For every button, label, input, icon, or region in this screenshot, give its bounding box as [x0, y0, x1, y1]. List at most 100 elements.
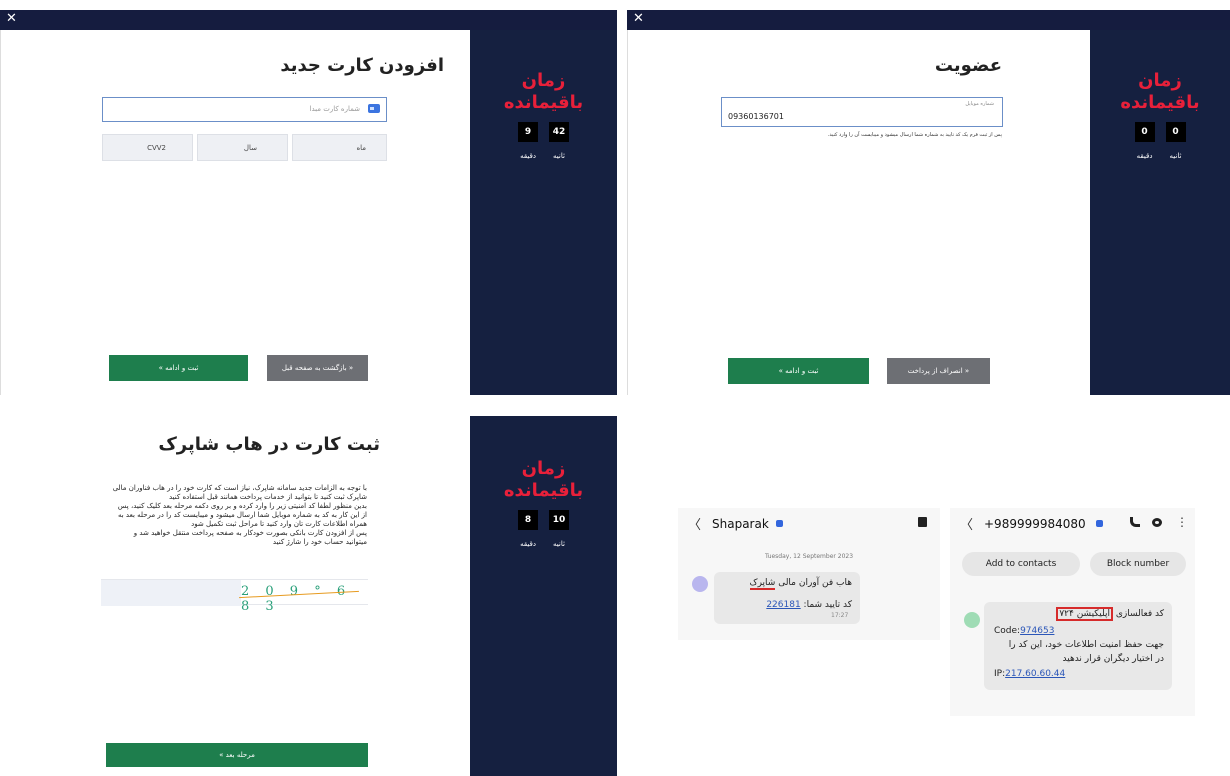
message-line1-underlined: شاپرک: [749, 578, 776, 590]
activation-code-link[interactable]: 974653: [1020, 626, 1054, 636]
back-icon[interactable]: 〈: [688, 514, 701, 533]
message-line1: کد فعالسازی اپلیکیشن ۷۲۴: [1056, 607, 1164, 621]
timer-title-line2: باقیمانده: [503, 480, 584, 501]
minutes-label: دقیقه: [520, 540, 536, 548]
sms-unknown-number: 〈 +989999984080 ⋮ Add to contacts Block …: [950, 508, 1195, 716]
minutes-label: دقیقه: [1136, 152, 1153, 160]
cvv2-field[interactable]: CVV2: [102, 134, 193, 161]
message-line4: در اختیار دیگران قرار ندهید: [1062, 654, 1164, 664]
month-field[interactable]: ماه: [292, 134, 387, 161]
sender-number: +989999984080: [984, 517, 1086, 531]
timer-title-line1: زمان: [521, 70, 566, 91]
timer-seconds: 42: [549, 122, 569, 142]
card-number-input[interactable]: شماره کارت مبدا: [102, 97, 387, 122]
captcha-text: 2 0 9 ° 6 8 3: [241, 584, 352, 614]
seconds-label: ثانیه: [553, 540, 565, 548]
timer-minutes: 0: [1134, 122, 1155, 142]
timer-minutes: 8: [518, 510, 538, 530]
phone-input[interactable]: شماره موبایل 09360136701: [721, 97, 1003, 127]
close-icon[interactable]: ✕: [633, 11, 644, 26]
message-line2: کد تایید شما: 226181: [766, 600, 852, 610]
instruction-line: میتوانید حساب خود را شارژ کنید: [272, 538, 367, 546]
add-card-window: ✕ افزودن کارت جدید شماره کارت مبدا ماه س…: [0, 10, 617, 395]
instructions-paragraph: با توجه به الزامات جدید سامانه شاپرک، نی…: [77, 484, 367, 547]
cvv2-label: CVV2: [147, 144, 166, 152]
seconds-label: ثانیه: [1169, 152, 1182, 160]
message-line1-boxed: اپلیکیشن ۷۲۴: [1056, 607, 1113, 621]
message-bubble: کد فعالسازی اپلیکیشن ۷۲۴ Code:974653 جهت…: [984, 602, 1172, 690]
ip-label: IP:: [994, 669, 1006, 679]
year-label: سال: [243, 144, 257, 152]
timer-title-line2: باقیمانده: [503, 92, 584, 113]
timer-boxes: 42 9: [470, 122, 617, 142]
page-title: افزودن کارت جدید: [280, 55, 444, 76]
title-bar: ✕: [627, 10, 1230, 30]
membership-content: عضویت شماره موبایل 09360136701 پس از ثبت…: [627, 30, 1090, 395]
timer-seconds: 0: [1165, 122, 1186, 142]
block-number-button[interactable]: Block number: [1090, 552, 1186, 576]
instruction-line: شاپرک ثبت کنید تا بتوانید از خدمات پرداخ…: [168, 493, 367, 501]
timer-labels: ثانیه دقیقه: [470, 540, 617, 548]
add-to-contacts-button[interactable]: Add to contacts: [962, 552, 1080, 576]
avatar: [692, 576, 708, 592]
verification-code-link[interactable]: 226181: [766, 600, 800, 610]
instruction-line: از این کار به کد به شماره موبایل شما ارس…: [117, 511, 367, 519]
timer-title-line2: باقیمانده: [1120, 92, 1200, 113]
seconds-label: ثانیه: [553, 152, 565, 160]
instruction-line: با توجه به الزامات جدید سامانه شاپرک، نی…: [112, 484, 367, 492]
back-button[interactable]: « بازگشت به صفحه قبل: [267, 355, 368, 381]
message-line1: هاب فن آوران مالی شاپرک: [749, 578, 852, 590]
sender-name: Shaparak: [712, 517, 769, 531]
phone-value: 09360136701: [728, 112, 784, 121]
message-ip-line: IP:217.60.60.44: [994, 669, 1065, 679]
ip-link[interactable]: 217.60.60.44: [1005, 669, 1065, 679]
code-label: Code:: [994, 626, 1021, 636]
timer-sidebar: زمان باقیمانده 42 9 ثانیه دقیقه: [470, 30, 617, 395]
verified-badge-icon: [1096, 520, 1103, 527]
submit-button[interactable]: ثبت و ادامه »: [109, 355, 248, 381]
minutes-label: دقیقه: [520, 152, 536, 160]
message-line1-prefix: هاب فن آوران مالی: [775, 578, 852, 588]
timer-minutes: 9: [518, 122, 538, 142]
card-number-placeholder: شماره کارت مبدا: [309, 105, 360, 113]
month-label: ماه: [356, 144, 366, 152]
sms-shaparak: 〈 Shaparak Tuesday, 12 September 2023 ها…: [678, 508, 940, 640]
submit-button[interactable]: ثبت و ادامه »: [728, 358, 869, 384]
timer-title: زمان باقیمانده: [470, 458, 617, 502]
timer-labels: ثانیه دقیقه: [1090, 152, 1230, 160]
more-options-icon[interactable]: ⋮: [1176, 515, 1188, 529]
message-line1-prefix: کد فعالسازی: [1112, 609, 1164, 619]
timer-labels: ثانیه دقیقه: [470, 152, 617, 160]
timer-title-line1: زمان: [1138, 70, 1182, 91]
cancel-button[interactable]: « انصراف از پرداخت: [887, 358, 990, 384]
add-card-content: افزودن کارت جدید شماره کارت مبدا ماه سال…: [0, 30, 470, 395]
captcha-image: 2 0 9 ° 6 8 3: [101, 579, 368, 614]
message-line3: جهت حفظ امنیت اطلاعات خود، این کد را: [1008, 640, 1164, 650]
timer-seconds: 10: [549, 510, 569, 530]
captcha-background: [101, 580, 241, 606]
delete-icon[interactable]: [918, 517, 927, 527]
page-title: عضویت: [934, 55, 1002, 76]
timer-title: زمان باقیمانده: [470, 70, 617, 114]
credit-card-icon: [368, 104, 380, 113]
avatar: [964, 612, 980, 628]
video-icon[interactable]: [1152, 518, 1162, 527]
page-title: ثبت کارت در هاب شاپرک: [158, 434, 380, 455]
timer-sidebar: زمان باقیمانده 10 8 ثانیه دقیقه: [470, 416, 617, 776]
phone-hint: پس از ثبت فرم یک کد تایید به شماره شما ا…: [827, 132, 1002, 138]
phone-label: شماره موبایل: [965, 101, 994, 107]
close-icon[interactable]: ✕: [6, 11, 17, 26]
message-date: Tuesday, 12 September 2023: [764, 553, 854, 560]
back-icon[interactable]: 〈: [960, 514, 973, 533]
timer-sidebar: زمان باقیمانده 0 0 ثانیه دقیقه: [1090, 30, 1230, 395]
message-code-line: Code:974653: [994, 626, 1054, 636]
next-step-button[interactable]: مرحله بعد »: [106, 743, 368, 767]
message-time: 17:27: [831, 612, 849, 619]
timer-title: زمان باقیمانده: [1090, 70, 1230, 114]
instruction-line: بدین منظور لطفا کد امنیتی زیر را وارد کر…: [117, 502, 367, 510]
call-icon[interactable]: [1130, 517, 1140, 527]
instruction-line: همراه اطلاعات کارت تان وارد کنید تا مراح…: [191, 520, 367, 528]
timer-boxes: 10 8: [470, 510, 617, 530]
timer-boxes: 0 0: [1090, 122, 1230, 142]
year-field[interactable]: سال: [197, 134, 288, 161]
